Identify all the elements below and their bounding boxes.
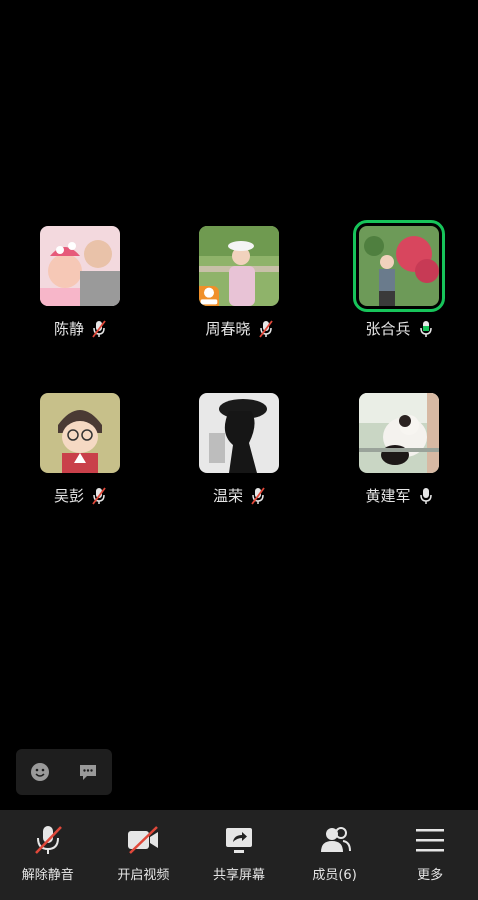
avatar[interactable] (199, 226, 279, 306)
avatar[interactable] (353, 220, 445, 312)
mic-muted-icon (34, 826, 62, 854)
mic-icon (419, 487, 432, 504)
chat-reaction-box (16, 749, 112, 795)
start-video-label: 开启视频 (117, 868, 170, 883)
participant-name: 黄建军 (365, 487, 411, 505)
participant-name: 温荣 (212, 487, 243, 505)
members-icon (320, 827, 351, 852)
participant-tile[interactable]: 张合兵 (339, 220, 459, 339)
share-screen-label: 共享屏幕 (212, 868, 265, 883)
members-label: 成员(6) (312, 868, 357, 883)
mic-active-icon (419, 320, 432, 337)
start-video-button[interactable]: 开启视频 (96, 810, 192, 900)
bottom-toolbar: 解除静音 开启视频 共享屏幕 成员(6) 更多 (0, 810, 478, 900)
participant-tile[interactable]: 陈静 (20, 226, 140, 339)
mic-muted-icon (258, 319, 273, 338)
participant-tile[interactable]: 温荣 (179, 393, 299, 506)
participant-tile[interactable]: 周春晓 (179, 226, 299, 339)
members-button[interactable]: 成员(6) (287, 810, 383, 900)
mic-muted-icon (251, 486, 265, 505)
participant-name: 吴彭 (53, 487, 84, 505)
avatar[interactable] (40, 393, 120, 473)
participant-tile[interactable]: 黄建军 (339, 393, 459, 506)
share-screen-icon (225, 828, 252, 853)
host-badge (199, 286, 219, 306)
menu-icon (416, 829, 445, 852)
mic-muted-icon (92, 319, 106, 338)
host-icon (200, 287, 218, 305)
unmute-button[interactable]: 解除静音 (0, 810, 96, 900)
video-off-icon (128, 826, 159, 854)
participant-name: 周春晓 (205, 320, 251, 338)
more-button[interactable]: 更多 (382, 810, 478, 900)
participant-grid: 陈静 周春晓 张合兵 吴彭 温荣 黄建军 (0, 0, 478, 800)
mic-muted-icon (92, 486, 106, 505)
participant-tile[interactable]: 吴彭 (20, 393, 140, 506)
share-screen-button[interactable]: 共享屏幕 (191, 810, 287, 900)
more-label: 更多 (417, 868, 444, 883)
chat-icon[interactable] (77, 761, 99, 783)
unmute-label: 解除静音 (21, 868, 74, 883)
participant-name: 陈静 (53, 320, 84, 338)
participant-name: 张合兵 (365, 320, 411, 338)
emoji-icon[interactable] (29, 761, 51, 783)
avatar[interactable] (199, 393, 279, 473)
avatar[interactable] (40, 226, 120, 306)
avatar[interactable] (359, 393, 439, 473)
